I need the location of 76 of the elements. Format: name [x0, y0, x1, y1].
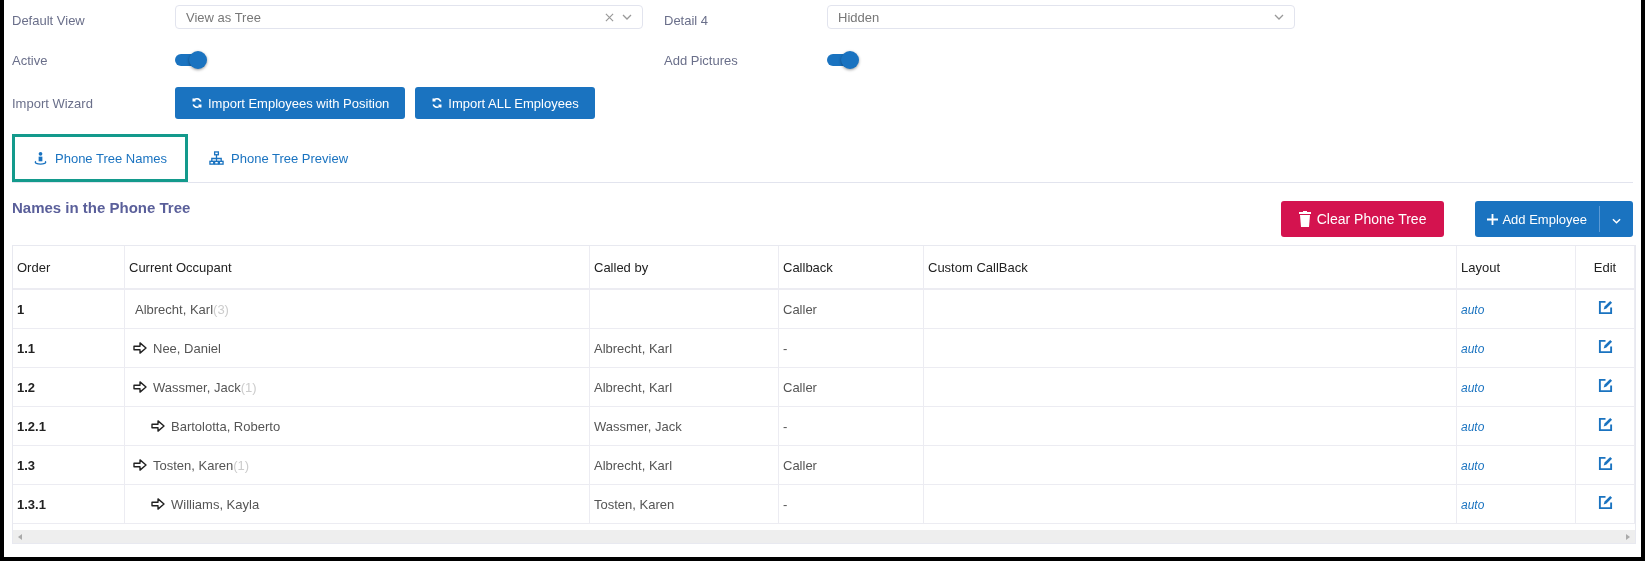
add-employee-split-button[interactable]: Add Employee: [1475, 201, 1633, 237]
order-cell: 1.1: [13, 328, 125, 368]
dropdown-field[interactable]: Hidden: [827, 5, 1295, 29]
layout-value: auto: [1461, 341, 1485, 356]
import-button[interactable]: Import Employees with Position: [175, 87, 406, 119]
plus-icon: [1487, 213, 1499, 225]
arrow-right-icon: [151, 498, 165, 510]
occupant-name: Nee, Daniel: [153, 340, 221, 356]
refresh-icon: [191, 97, 203, 109]
occupant-name: Bartolotta, Roberto: [171, 418, 281, 434]
table-cell: Albrecht, Karl: [594, 340, 673, 356]
table-cell: Albrecht, Karl: [594, 457, 673, 473]
column-header: Callback: [778, 246, 924, 289]
person-icon: [33, 150, 48, 166]
column-header: Edit: [1575, 246, 1635, 289]
column-header: Custom CallBack: [923, 246, 1457, 289]
import-button[interactable]: Import ALL Employees: [415, 87, 595, 119]
edit-icon[interactable]: [1597, 378, 1613, 393]
edit-icon[interactable]: [1597, 339, 1613, 354]
occupant-name: Albrecht, Karl: [135, 301, 214, 317]
table-cell: Wassmer, Jack: [594, 418, 682, 434]
field-label: Add Pictures: [664, 52, 739, 68]
arrow-right-icon: [133, 342, 147, 354]
column-header: Layout: [1456, 246, 1576, 289]
layout-value: auto: [1461, 380, 1485, 395]
field-label: Import Wizard: [12, 95, 94, 111]
refresh-icon: [431, 97, 444, 109]
layout-value: auto: [1461, 302, 1485, 317]
hierarchy-icon: [209, 150, 224, 166]
table-cell: Tosten, Karen: [594, 496, 675, 512]
arrow-right-icon: [133, 459, 147, 471]
column-header: Order: [13, 246, 125, 289]
toggle-switch[interactable]: [827, 54, 857, 66]
edit-icon[interactable]: [1597, 495, 1613, 510]
toggle-switch[interactable]: [175, 54, 205, 66]
chevron-down-icon: [622, 14, 632, 20]
chevron-down-icon: [1274, 14, 1284, 20]
report-count: (1): [240, 379, 257, 395]
occupant-name: Tosten, Karen: [153, 457, 234, 473]
add-employee-button[interactable]: Add Employee: [1475, 206, 1600, 232]
order-cell: 1.3.1: [13, 484, 125, 524]
chevron-down-icon: [1612, 217, 1621, 224]
table-cell: Albrecht, Karl: [594, 379, 673, 395]
section-title: Names in the Phone Tree: [12, 199, 191, 216]
table-cell: Caller: [783, 457, 817, 473]
report-count: (1): [233, 457, 250, 473]
layout-value: auto: [1461, 419, 1485, 434]
column-header: Current Occupant: [124, 246, 590, 289]
field-label: Active: [12, 52, 49, 68]
edit-icon[interactable]: [1597, 300, 1613, 315]
clear-button[interactable]: Clear Phone Tree: [1280, 201, 1445, 237]
tab[interactable]: Phone Tree Preview: [188, 134, 370, 182]
field-label: Default View: [12, 12, 86, 28]
edit-icon[interactable]: [1597, 417, 1613, 432]
table-cell: -: [783, 496, 788, 512]
field-label: Detail 4: [664, 12, 710, 28]
occupant-name: Williams, Kayla: [171, 496, 260, 512]
clear-icon[interactable]: [605, 12, 614, 22]
table-cell: -: [783, 340, 788, 356]
arrow-right-icon: [133, 381, 147, 393]
order-cell: 1.2.1: [13, 406, 125, 446]
tab[interactable]: Phone Tree Names: [12, 134, 188, 182]
table-cell: Caller: [783, 379, 817, 395]
order-cell: 1: [13, 289, 125, 329]
order-cell: 1.2: [13, 367, 125, 407]
edit-icon[interactable]: [1597, 456, 1613, 471]
arrow-right-icon: [151, 420, 165, 432]
trash-icon: [1298, 211, 1311, 227]
column-header: Called by: [589, 246, 779, 289]
table-cell: -: [783, 418, 788, 434]
occupant-name: Wassmer, Jack: [153, 379, 241, 395]
table-cell: Caller: [783, 301, 817, 317]
layout-value: auto: [1461, 497, 1485, 512]
order-cell: 1.3: [13, 445, 125, 485]
layout-value: auto: [1461, 458, 1485, 473]
dropdown-field[interactable]: View as Tree: [175, 5, 643, 29]
